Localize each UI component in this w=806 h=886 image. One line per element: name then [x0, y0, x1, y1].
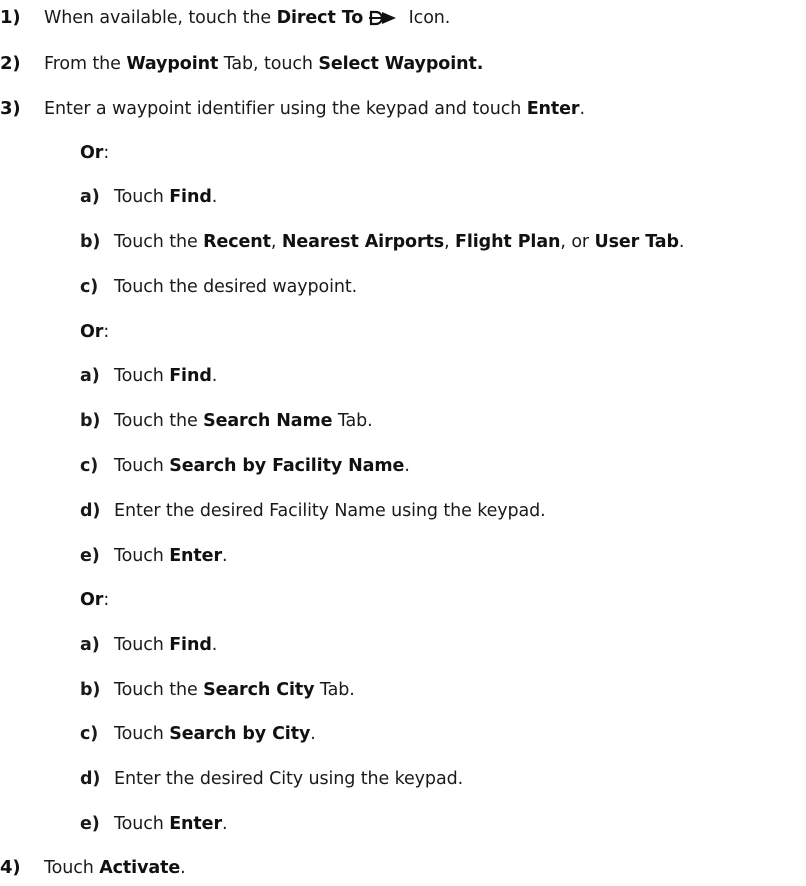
step-number: 2) [0, 53, 21, 74]
list-item: a) Touch Find. [80, 635, 218, 655]
list-item: b) Touch the Recent, Nearest Airports, F… [80, 232, 685, 252]
item-letter: c) [80, 277, 99, 297]
list-item: c) Touch the desired waypoint. [80, 277, 358, 297]
or-separator: Or: [80, 322, 110, 342]
or-separator: Or: [80, 590, 110, 610]
list-item: e) Touch Enter. [80, 814, 228, 834]
item-letter: a) [80, 187, 100, 207]
list-item: b) Touch the Search Name Tab. [80, 411, 373, 431]
item-letter: e) [80, 546, 100, 566]
list-item: c) Touch Search by City. [80, 724, 316, 744]
step-text: From the Waypoint Tab, touch Select Wayp… [44, 54, 484, 74]
item-letter: b) [80, 232, 101, 252]
direct-to-label: Direct To [276, 8, 364, 28]
item-letter: c) [80, 456, 99, 476]
step-number: 4) [0, 857, 21, 878]
step-text: Touch Activate. [44, 858, 186, 878]
step-number: 1) [0, 7, 21, 28]
list-item: b) Touch the Search City Tab. [80, 680, 355, 700]
list-item: a) Touch Find. [80, 366, 218, 386]
list-item: c) Touch Search by Facility Name. [80, 456, 410, 476]
item-letter: b) [80, 411, 101, 431]
item-letter: c) [80, 724, 99, 744]
item-letter: a) [80, 635, 100, 655]
list-item: d) Enter the desired City using the keyp… [80, 769, 464, 789]
item-letter: a) [80, 366, 100, 386]
item-letter: d) [80, 769, 101, 789]
direct-to-icon [369, 9, 397, 33]
procedure-page: 1) When available, touch the Direct To I… [0, 0, 806, 886]
list-item: e) Touch Enter. [80, 546, 228, 566]
list-item: d) Enter the desired Facility Name using… [80, 501, 546, 521]
item-letter: e) [80, 814, 100, 834]
step-text: Enter a waypoint identifier using the ke… [44, 99, 585, 119]
step-number: 3) [0, 98, 21, 119]
item-letter: b) [80, 680, 101, 700]
step-text: When available, touch the Direct To Icon… [44, 6, 450, 33]
list-item: a) Touch Find. [80, 187, 218, 207]
item-letter: d) [80, 501, 101, 521]
or-separator: Or: [80, 143, 110, 163]
